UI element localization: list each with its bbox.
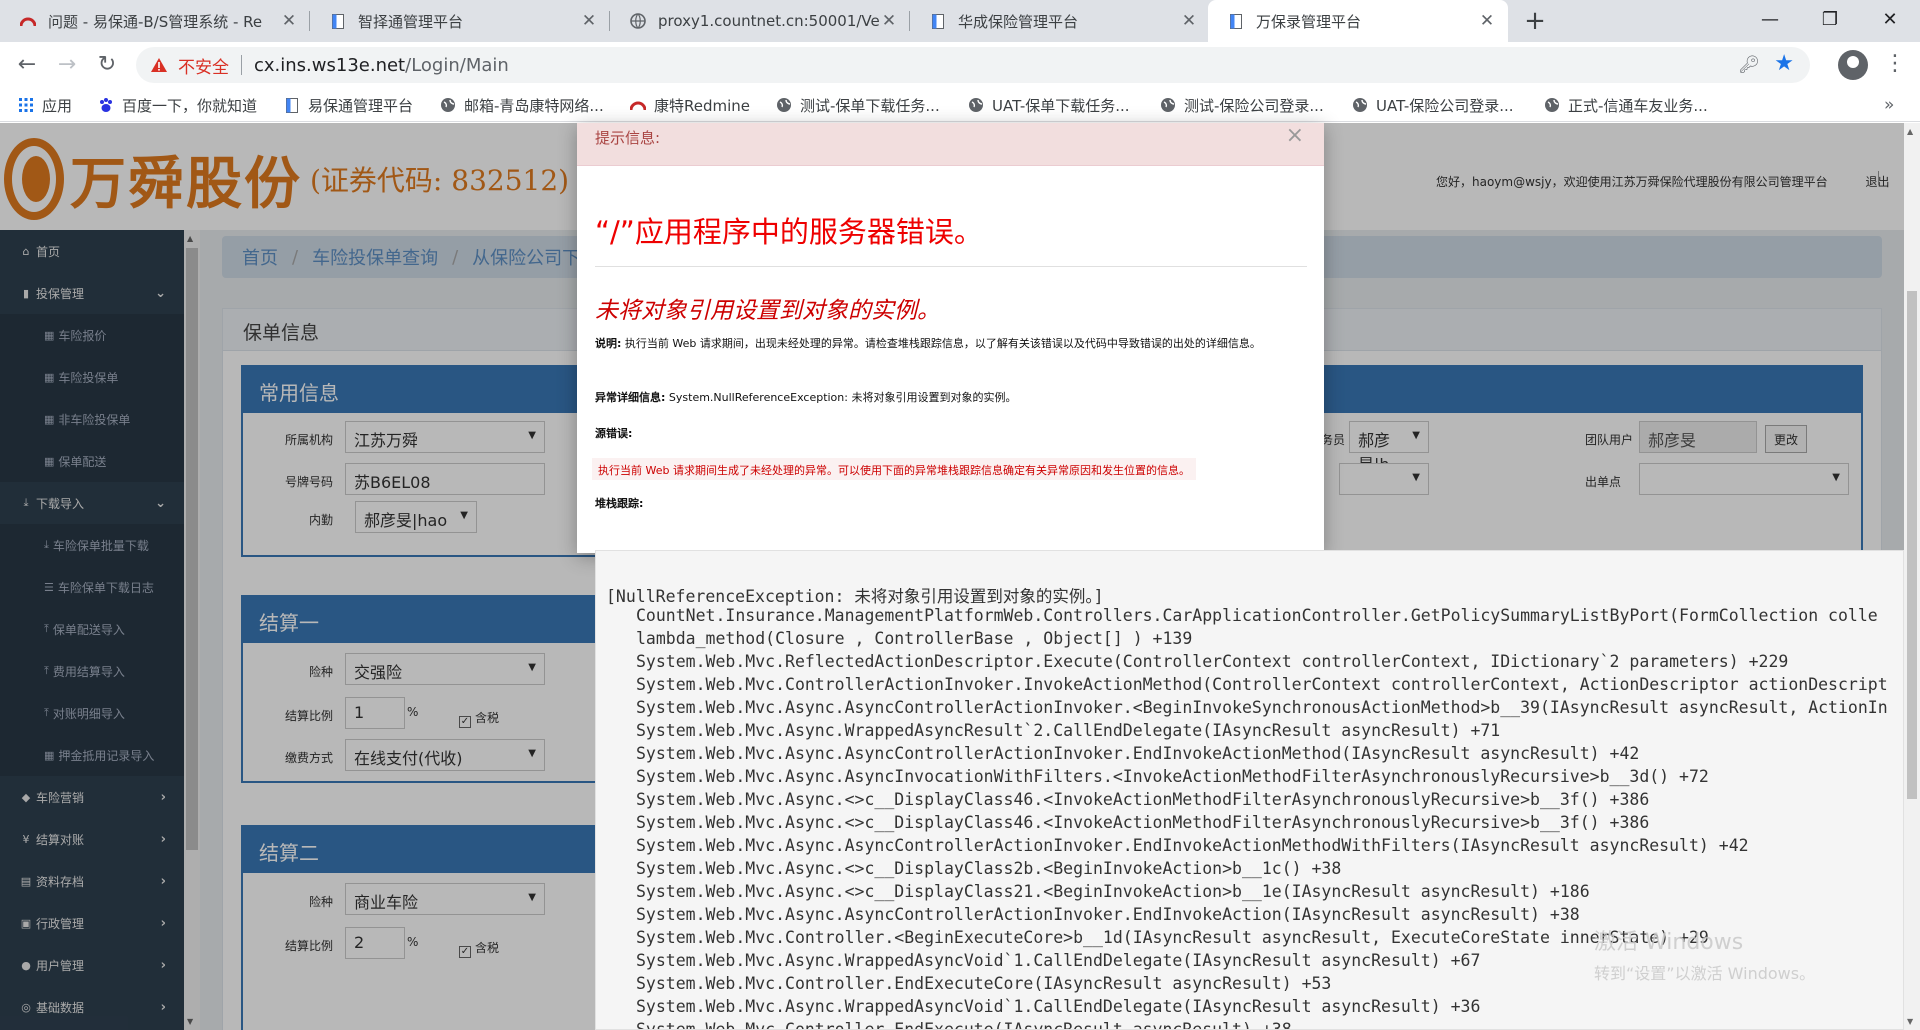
stack-line: lambda_method(Closure , ControllerBase ,…: [636, 629, 1193, 648]
back-button[interactable]: ←: [12, 50, 42, 80]
profile-avatar[interactable]: [1838, 50, 1868, 80]
browser-tab[interactable]: 问题 - 易保通-B/S管理系统 - Re ✕: [0, 0, 310, 42]
bookmark-item[interactable]: UAT-保险公司登录...: [1352, 88, 1514, 122]
url-path: /Login/Main: [405, 54, 509, 76]
page-icon: [330, 13, 346, 29]
stack-line: System.Web.Mvc.Async.AsyncControllerActi…: [636, 836, 1749, 855]
bookmark-item[interactable]: 邮箱-青岛康特网络...: [440, 88, 604, 122]
stack-line: System.Web.Mvc.Async.WrappedAsyncVoid`1.…: [636, 997, 1481, 1016]
stack-line: System.Web.Mvc.ReflectedActionDescriptor…: [636, 652, 1789, 671]
source-error-label: 源错误:: [595, 427, 633, 440]
exception-header: [NullReferenceException: 未将对象引用设置到对象的实例。…: [606, 587, 1104, 606]
new-tab-button[interactable]: +: [1520, 6, 1550, 36]
page-icon: [930, 13, 946, 29]
apps-grid-icon: [18, 97, 34, 113]
error-dialog: 提示信息: × “/”应用程序中的服务器错误。 未将对象引用设置到对象的实例。 …: [577, 123, 1324, 553]
stack-line: System.Web.Mvc.ControllerActionInvoker.I…: [636, 675, 1888, 694]
error-description: 说明: 执行当前 Web 请求期间，出现未经处理的异常。请检查堆栈跟踪信息，以了…: [595, 337, 1261, 350]
bookmark-item[interactable]: 易保通管理平台: [284, 88, 413, 122]
minimize-button[interactable]: —: [1740, 0, 1800, 42]
browser-tab[interactable]: 华成保险管理平台 ✕: [910, 0, 1210, 42]
bookmarks-bar: 应用 百度一下，你就知道 易保通管理平台 邮箱-青岛康特网络... 康特Redm…: [0, 88, 1920, 122]
stack-line: System.Web.Mvc.Async.AsyncControllerActi…: [636, 905, 1580, 924]
source-error-text: 执行当前 Web 请求期间生成了未经处理的异常。可以使用下面的异常堆栈跟踪信息确…: [592, 458, 1196, 480]
key-icon[interactable]: 🔑︎: [1738, 55, 1760, 75]
maximize-button[interactable]: ❐: [1800, 0, 1860, 42]
close-tab-icon[interactable]: ✕: [580, 11, 598, 31]
dialog-header: 提示信息: ×: [577, 123, 1324, 166]
star-icon[interactable]: ★: [1774, 51, 1794, 76]
stack-line: System.Web.Mvc.Controller.EndExecuteCore…: [636, 974, 1332, 993]
browser-toolbar: ← → ↻ 不安全 cx.ins.ws13e.net/Login/Main 🔑︎…: [0, 42, 1920, 88]
browser-tab-strip: 问题 - 易保通-B/S管理系统 - Re ✕ 智择通管理平台 ✕ proxy1…: [0, 0, 1920, 42]
browser-tab[interactable]: 智择通管理平台 ✕: [310, 0, 610, 42]
menu-icon[interactable]: ⋮: [1884, 48, 1906, 80]
url-host: cx.ins.ws13e.net: [254, 54, 406, 76]
close-icon[interactable]: ×: [1286, 123, 1304, 148]
page-icon: [284, 97, 300, 113]
forward-button[interactable]: →: [52, 50, 82, 80]
globe-icon: [440, 97, 456, 113]
bookmark-item[interactable]: 测试-保单下载任务...: [776, 88, 940, 122]
redmine-icon: [20, 13, 36, 29]
bookmarks-overflow-icon[interactable]: »: [1884, 88, 1894, 122]
exception-details: 异常详细信息: System.NullReferenceException: 未…: [595, 391, 1017, 404]
stack-line: System.Web.Mvc.Async.AsyncInvocationWith…: [636, 767, 1709, 786]
warning-icon: [150, 56, 168, 74]
bookmark-item[interactable]: 康特Redmine: [630, 88, 750, 122]
reload-button[interactable]: ↻: [92, 50, 122, 80]
globe-icon: [1160, 97, 1176, 113]
stack-line: System.Web.Mvc.Controller.EndExecute(IAs…: [636, 1020, 1292, 1030]
globe-icon: [1544, 97, 1560, 113]
stack-line: System.Web.Mvc.Async.<>c__DisplayClass2b…: [636, 859, 1342, 878]
globe-icon: [1352, 97, 1368, 113]
stack-line: System.Web.Mvc.Async.<>c__DisplayClass46…: [636, 813, 1650, 832]
stack-line: System.Web.Mvc.Async.<>c__DisplayClass21…: [636, 882, 1590, 901]
windows-activation-watermark: 激活 Windows 转到“设置”以激活 Windows。: [1594, 930, 1816, 983]
bookmark-item[interactable]: UAT-保单下载任务...: [968, 88, 1130, 122]
close-tab-icon[interactable]: ✕: [280, 11, 298, 31]
error-subtitle: 未将对象引用设置到对象的实例。: [595, 298, 940, 324]
page-scrollbar[interactable]: ▲ ▼: [1904, 123, 1920, 1030]
page-icon: [1228, 13, 1244, 29]
security-label[interactable]: 不安全: [178, 53, 229, 78]
close-tab-icon[interactable]: ✕: [1180, 11, 1198, 31]
close-tab-icon[interactable]: ✕: [880, 11, 898, 31]
stack-line: System.Web.Mvc.Async.AsyncControllerActi…: [636, 698, 1888, 717]
bookmark-apps[interactable]: 应用: [18, 88, 72, 122]
address-bar[interactable]: 不安全 cx.ins.ws13e.net/Login/Main 🔑︎ ★: [136, 47, 1810, 83]
bookmark-item[interactable]: 测试-保险公司登录...: [1160, 88, 1324, 122]
bookmark-item[interactable]: 百度一下，你就知道: [98, 88, 257, 122]
stack-line: System.Web.Mvc.Async.AsyncControllerActi…: [636, 744, 1640, 763]
stack-line: System.Web.Mvc.Async.<>c__DisplayClass46…: [636, 790, 1650, 809]
close-tab-icon[interactable]: ✕: [1478, 11, 1496, 31]
dialog-title: 提示信息:: [595, 129, 661, 147]
redmine-icon: [630, 97, 646, 113]
globe-icon: [630, 13, 646, 29]
stack-line: System.Web.Mvc.Controller.<BeginExecuteC…: [636, 928, 1709, 947]
stack-line: System.Web.Mvc.Async.WrappedAsyncVoid`1.…: [636, 951, 1481, 970]
stack-line: System.Web.Mvc.Async.WrappedAsyncResult`…: [636, 721, 1501, 740]
error-title: “/”应用程序中的服务器错误。: [595, 215, 983, 249]
globe-icon: [776, 97, 792, 113]
globe-icon: [968, 97, 984, 113]
stack-trace-label: 堆栈跟踪:: [595, 497, 644, 510]
window-close-button[interactable]: ✕: [1860, 0, 1920, 42]
baidu-paw-icon: [98, 97, 114, 113]
stack-line: CountNet.Insurance.ManagementPlatformWeb…: [636, 606, 1878, 625]
browser-tab[interactable]: proxy1.countnet.cn:50001/Vel ✕: [610, 0, 910, 42]
bookmark-item[interactable]: 正式-信通车友业务...: [1544, 88, 1708, 122]
browser-tab-active[interactable]: 万保录管理平台 ✕: [1208, 0, 1508, 42]
